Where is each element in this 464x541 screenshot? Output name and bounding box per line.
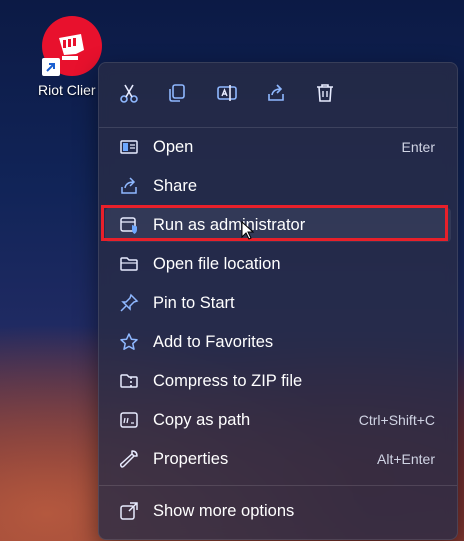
menu-item-label: Properties [153, 449, 229, 468]
star-icon [119, 332, 139, 352]
delete-button[interactable] [311, 79, 339, 107]
menu-item-label: Open [153, 137, 194, 156]
menu-item-label: Share [153, 176, 198, 195]
pin-icon [119, 293, 139, 313]
menu-item-copy-as-path[interactable]: Copy as path Ctrl+Shift+C [105, 403, 451, 437]
menu-item-label: Compress to ZIP file [153, 371, 303, 390]
rename-button[interactable] [213, 79, 241, 107]
menu-item-open-file-location[interactable]: Open file location [105, 247, 451, 281]
quick-actions-bar [99, 63, 457, 125]
more-options-icon [119, 501, 139, 521]
menu-item-run-as-administrator[interactable]: Run as administrator [105, 208, 451, 242]
share-icon [119, 176, 139, 196]
scissors-icon [120, 84, 138, 103]
menu-item-label: Copy as path [153, 410, 251, 429]
menu-item-shortcut: Ctrl+Shift+C [358, 412, 435, 428]
divider [99, 485, 457, 486]
copy-path-icon [119, 410, 139, 430]
cut-button[interactable] [115, 79, 143, 107]
divider [99, 127, 457, 128]
menu-item-label: Open file location [153, 254, 281, 273]
menu-item-compress-to-zip[interactable]: Compress to ZIP file [105, 364, 451, 398]
menu-item-share[interactable]: Share [105, 169, 451, 203]
folder-icon [119, 254, 139, 274]
menu-item-properties[interactable]: Properties Alt+Enter [105, 442, 451, 476]
menu-item-label: Pin to Start [153, 293, 235, 312]
wrench-icon [119, 449, 139, 469]
open-app-icon [119, 137, 139, 157]
context-menu: Open Enter Share Run as administrator Op… [98, 62, 458, 540]
menu-item-shortcut: Enter [401, 139, 435, 155]
menu-item-pin-to-start[interactable]: Pin to Start [105, 286, 451, 320]
mouse-cursor-icon [241, 221, 255, 241]
share-icon [268, 84, 284, 101]
share-quick-button[interactable] [262, 79, 290, 107]
rename-icon [217, 85, 237, 101]
menu-item-add-to-favorites[interactable]: Add to Favorites [105, 325, 451, 359]
menu-item-label: Run as administrator [153, 215, 306, 234]
menu-item-show-more-options[interactable]: Show more options [105, 494, 451, 528]
shield-window-icon [119, 215, 139, 235]
menu-item-label: Show more options [153, 501, 295, 520]
copy-icon [169, 84, 185, 102]
desktop-icon-label: Riot Clier [38, 82, 96, 98]
copy-button[interactable] [163, 79, 191, 107]
menu-item-shortcut: Alt+Enter [377, 451, 435, 467]
zip-folder-icon [119, 371, 139, 391]
menu-item-label: Add to Favorites [153, 332, 274, 351]
shortcut-arrow-icon [42, 58, 60, 76]
menu-item-open[interactable]: Open Enter [105, 130, 451, 164]
trash-icon [317, 84, 333, 102]
